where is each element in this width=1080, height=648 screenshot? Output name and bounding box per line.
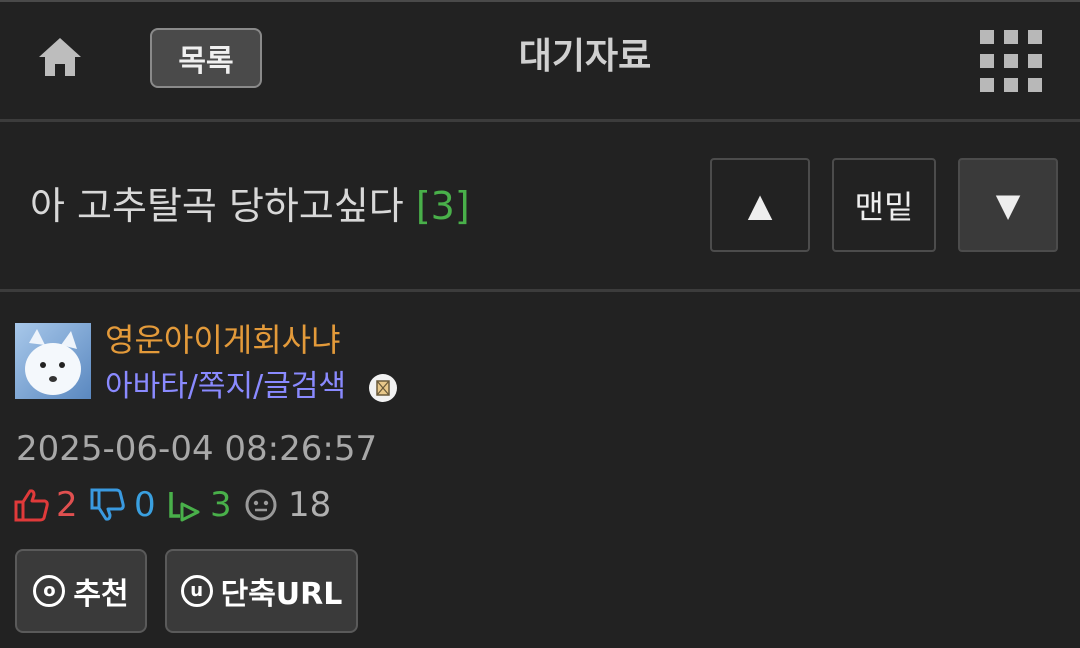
author-links[interactable]: 아바타/쪽지/글검색 (105, 366, 346, 408)
recommend-label: 추천 (73, 577, 129, 612)
recommend-icon: o (33, 575, 66, 607)
mail-badge-icon (368, 373, 398, 403)
header-divider (0, 119, 1080, 122)
up-arrow-icon: ▲ (747, 186, 773, 224)
thumbs-down-icon (90, 488, 125, 521)
avatar[interactable] (15, 323, 91, 399)
reply-arrow-icon (169, 492, 200, 522)
short-url-icon: u (180, 575, 213, 607)
grid-menu-icon[interactable] (980, 30, 1042, 92)
list-button[interactable]: 목록 (150, 28, 262, 88)
dislike-count: 0 (134, 485, 156, 525)
scroll-bottom-button[interactable]: 맨밑 (832, 158, 936, 252)
board-title: 대기자료 (518, 36, 652, 77)
view-count: 18 (288, 485, 332, 525)
post-timestamp: 2025-06-04 08:26:57 (16, 429, 378, 469)
thumbs-up-icon (14, 489, 49, 522)
reply-count: 3 (210, 485, 232, 525)
like-count: 2 (56, 485, 78, 525)
post-title: 아 고추탈곡 당하고싶다 [3] (30, 180, 470, 232)
face-icon (245, 489, 277, 521)
scroll-up-button[interactable]: ▲ (710, 158, 810, 252)
down-arrow-icon: ▼ (995, 186, 1021, 224)
scroll-down-button[interactable]: ▼ (958, 158, 1058, 252)
scroll-bottom-label: 맨밑 (854, 188, 914, 226)
author-name[interactable]: 영운아이게회사냐 (105, 318, 341, 362)
home-icon[interactable] (36, 33, 84, 81)
title-divider (0, 289, 1080, 292)
post-title-text: 아 고추탈곡 당하고싶다 (30, 184, 404, 228)
comment-count[interactable]: [3] (416, 184, 470, 228)
short-url-label: 단축URL (220, 577, 343, 612)
header-bar: 목록 대기자료 (0, 2, 1080, 120)
short-url-button[interactable]: u 단축URL (165, 549, 358, 633)
recommend-button[interactable]: o 추천 (15, 549, 147, 633)
